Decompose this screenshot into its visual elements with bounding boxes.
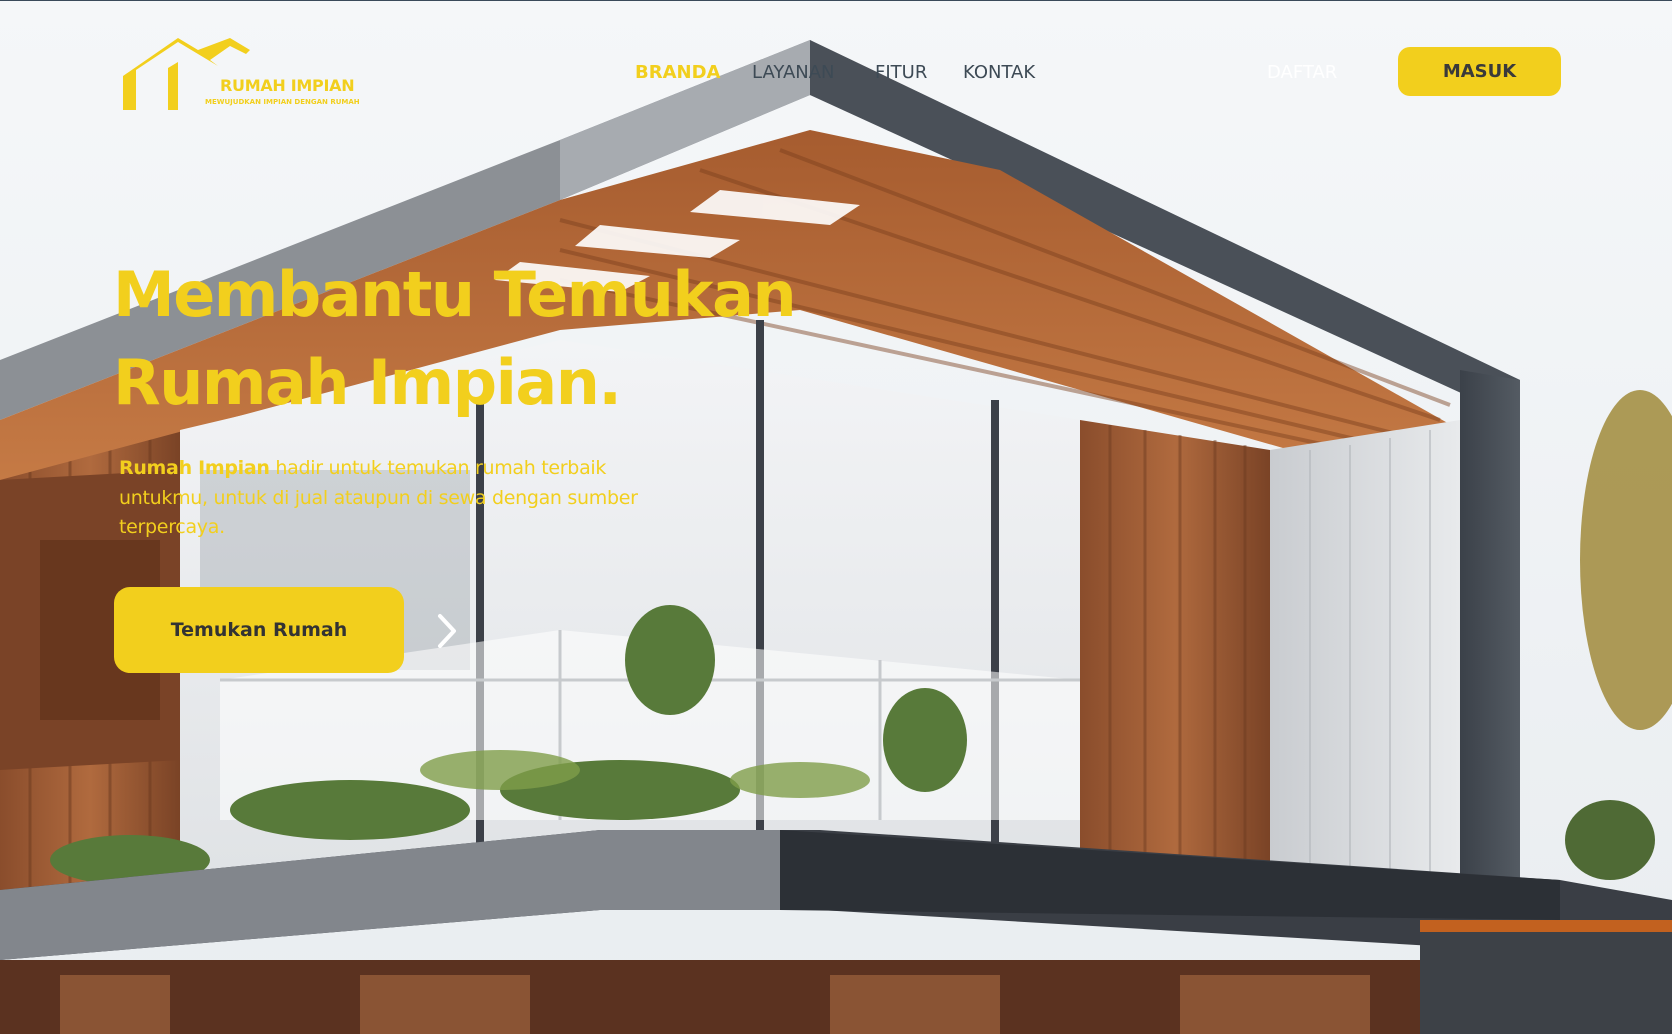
register-link[interactable]: DAFTAR bbox=[1267, 62, 1337, 83]
login-button[interactable]: MASUK bbox=[1398, 47, 1561, 96]
nav-item-layanan[interactable]: LAYANAN bbox=[752, 62, 835, 83]
hero-description: Rumah Impian hadir untuk temukan rumah t… bbox=[119, 454, 679, 543]
brand-name[interactable]: RUMAH IMPIAN bbox=[220, 76, 355, 95]
top-border bbox=[0, 0, 1672, 1]
hero-title-line1: Membantu Temukan bbox=[113, 258, 797, 331]
chevron-right-icon[interactable] bbox=[432, 610, 462, 652]
nav-item-kontak[interactable]: KONTAK bbox=[963, 62, 1035, 83]
hero-desc-brand: Rumah Impian bbox=[119, 457, 270, 479]
brand-tagline: MEWUJUDKAN IMPIAN DENGAN RUMAH bbox=[205, 98, 360, 106]
hero-title-line2: Rumah Impian. bbox=[113, 346, 622, 419]
find-house-button[interactable]: Temukan Rumah bbox=[114, 587, 404, 673]
nav-item-beranda[interactable]: BRANDA bbox=[635, 62, 720, 83]
nav-item-fitur[interactable]: FITUR bbox=[875, 62, 927, 83]
